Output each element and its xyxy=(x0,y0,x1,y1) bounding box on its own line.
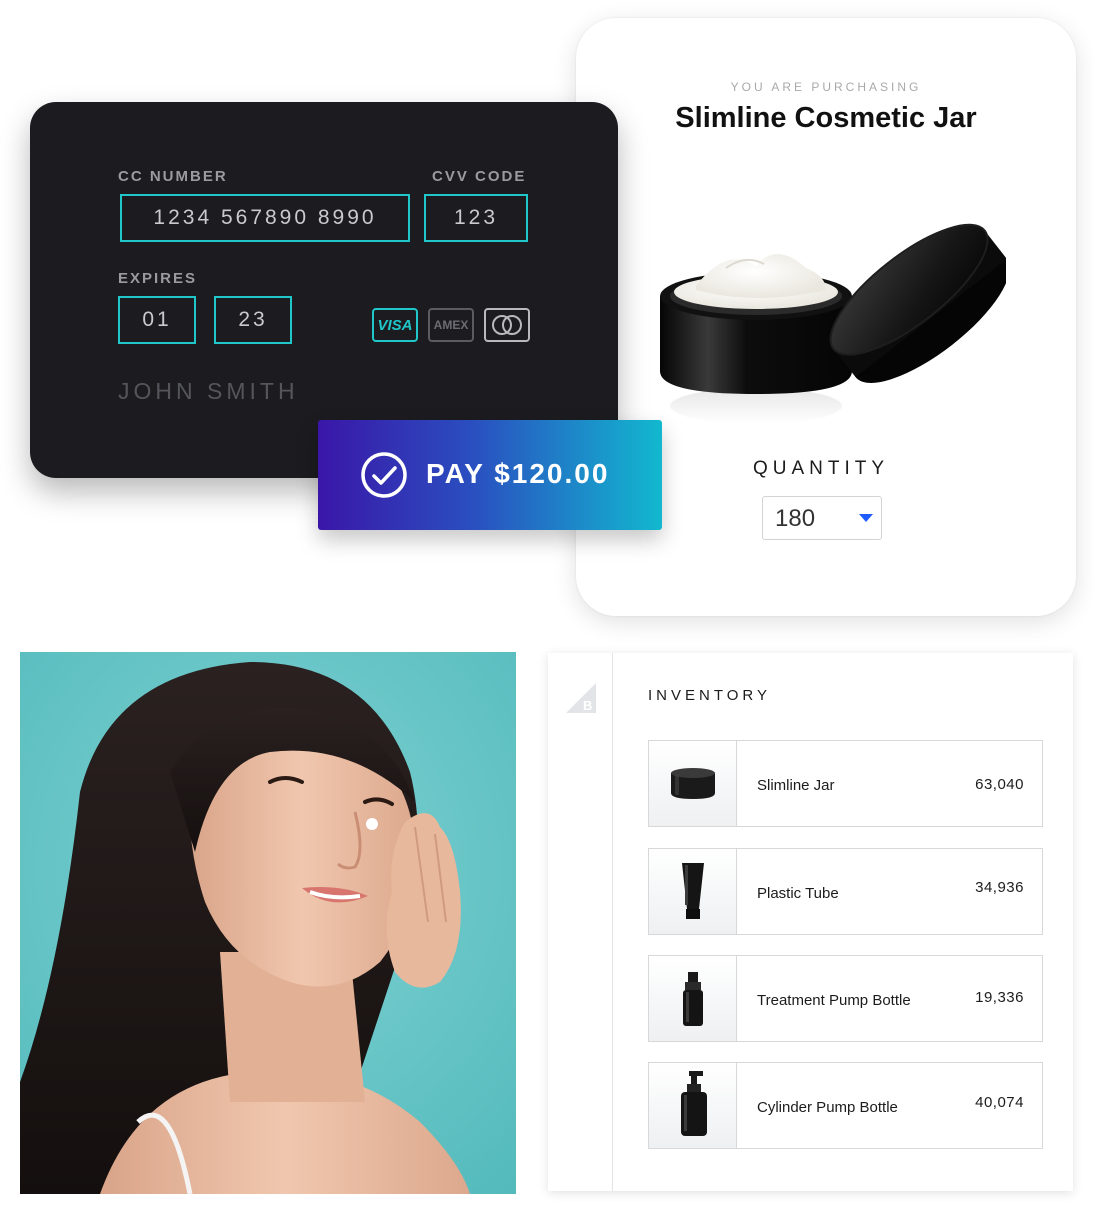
inventory-row[interactable]: Treatment Pump Bottle 19,336 xyxy=(648,955,1043,1042)
cosmetic-jar-image xyxy=(660,223,1006,424)
caret-down-icon xyxy=(859,514,873,522)
inventory-item-name: Treatment Pump Bottle xyxy=(757,992,911,1009)
svg-text:B: B xyxy=(583,698,592,713)
inventory-item-name: Cylinder Pump Bottle xyxy=(757,1099,898,1116)
inventory-item-count: 40,074 xyxy=(975,1094,1024,1111)
check-circle-icon xyxy=(361,452,407,498)
inventory-item-count: 63,040 xyxy=(975,776,1024,793)
inventory-item-name: Plastic Tube xyxy=(757,885,839,902)
inventory-title: INVENTORY xyxy=(648,687,771,704)
bigcommerce-logo-icon: B xyxy=(566,683,596,713)
tube-thumbnail-icon xyxy=(649,849,737,934)
cylinder-pump-thumbnail-icon xyxy=(649,1063,737,1148)
pay-button[interactable]: PAY $120.00 xyxy=(318,420,662,530)
visa-icon: VISA xyxy=(372,308,418,342)
cc-number-field[interactable]: 1234 567890 8990 xyxy=(120,194,410,242)
mastercard-icon xyxy=(484,308,530,342)
cvv-label: CVV CODE xyxy=(432,168,527,185)
inventory-panel: B INVENTORY Slimline Jar 63,040 Plastic … xyxy=(548,653,1073,1191)
amex-icon: AMEX xyxy=(428,308,474,342)
purchasing-eyebrow: YOU ARE PURCHASING xyxy=(730,80,922,94)
inventory-row[interactable]: Plastic Tube 34,936 xyxy=(648,848,1043,935)
expires-year-field[interactable]: 23 xyxy=(214,296,292,344)
expires-month-field[interactable]: 01 xyxy=(118,296,196,344)
inventory-item-name: Slimline Jar xyxy=(757,777,835,794)
jar-thumbnail-icon xyxy=(649,741,737,826)
expires-label: EXPIRES xyxy=(118,270,198,287)
inventory-item-count: 34,936 xyxy=(975,879,1024,896)
model-illustration xyxy=(20,652,516,1194)
inventory-item-count: 19,336 xyxy=(975,989,1024,1006)
quantity-select[interactable]: 180 xyxy=(762,496,882,540)
quantity-value: 180 xyxy=(775,505,816,532)
treatment-pump-thumbnail-icon xyxy=(649,956,737,1041)
cardholder-name: JOHN SMITH xyxy=(118,378,299,404)
sidebar-rail xyxy=(612,653,613,1191)
inventory-row[interactable]: Cylinder Pump Bottle 40,074 xyxy=(648,1062,1043,1149)
pay-label: PAY $120.00 xyxy=(426,458,610,489)
model-applying-cream-photo xyxy=(20,652,516,1194)
product-title: Slimline Cosmetic Jar xyxy=(675,102,977,134)
cc-number-label: CC NUMBER xyxy=(118,168,228,185)
inventory-row[interactable]: Slimline Jar 63,040 xyxy=(648,740,1043,827)
cvv-field[interactable]: 123 xyxy=(424,194,528,242)
